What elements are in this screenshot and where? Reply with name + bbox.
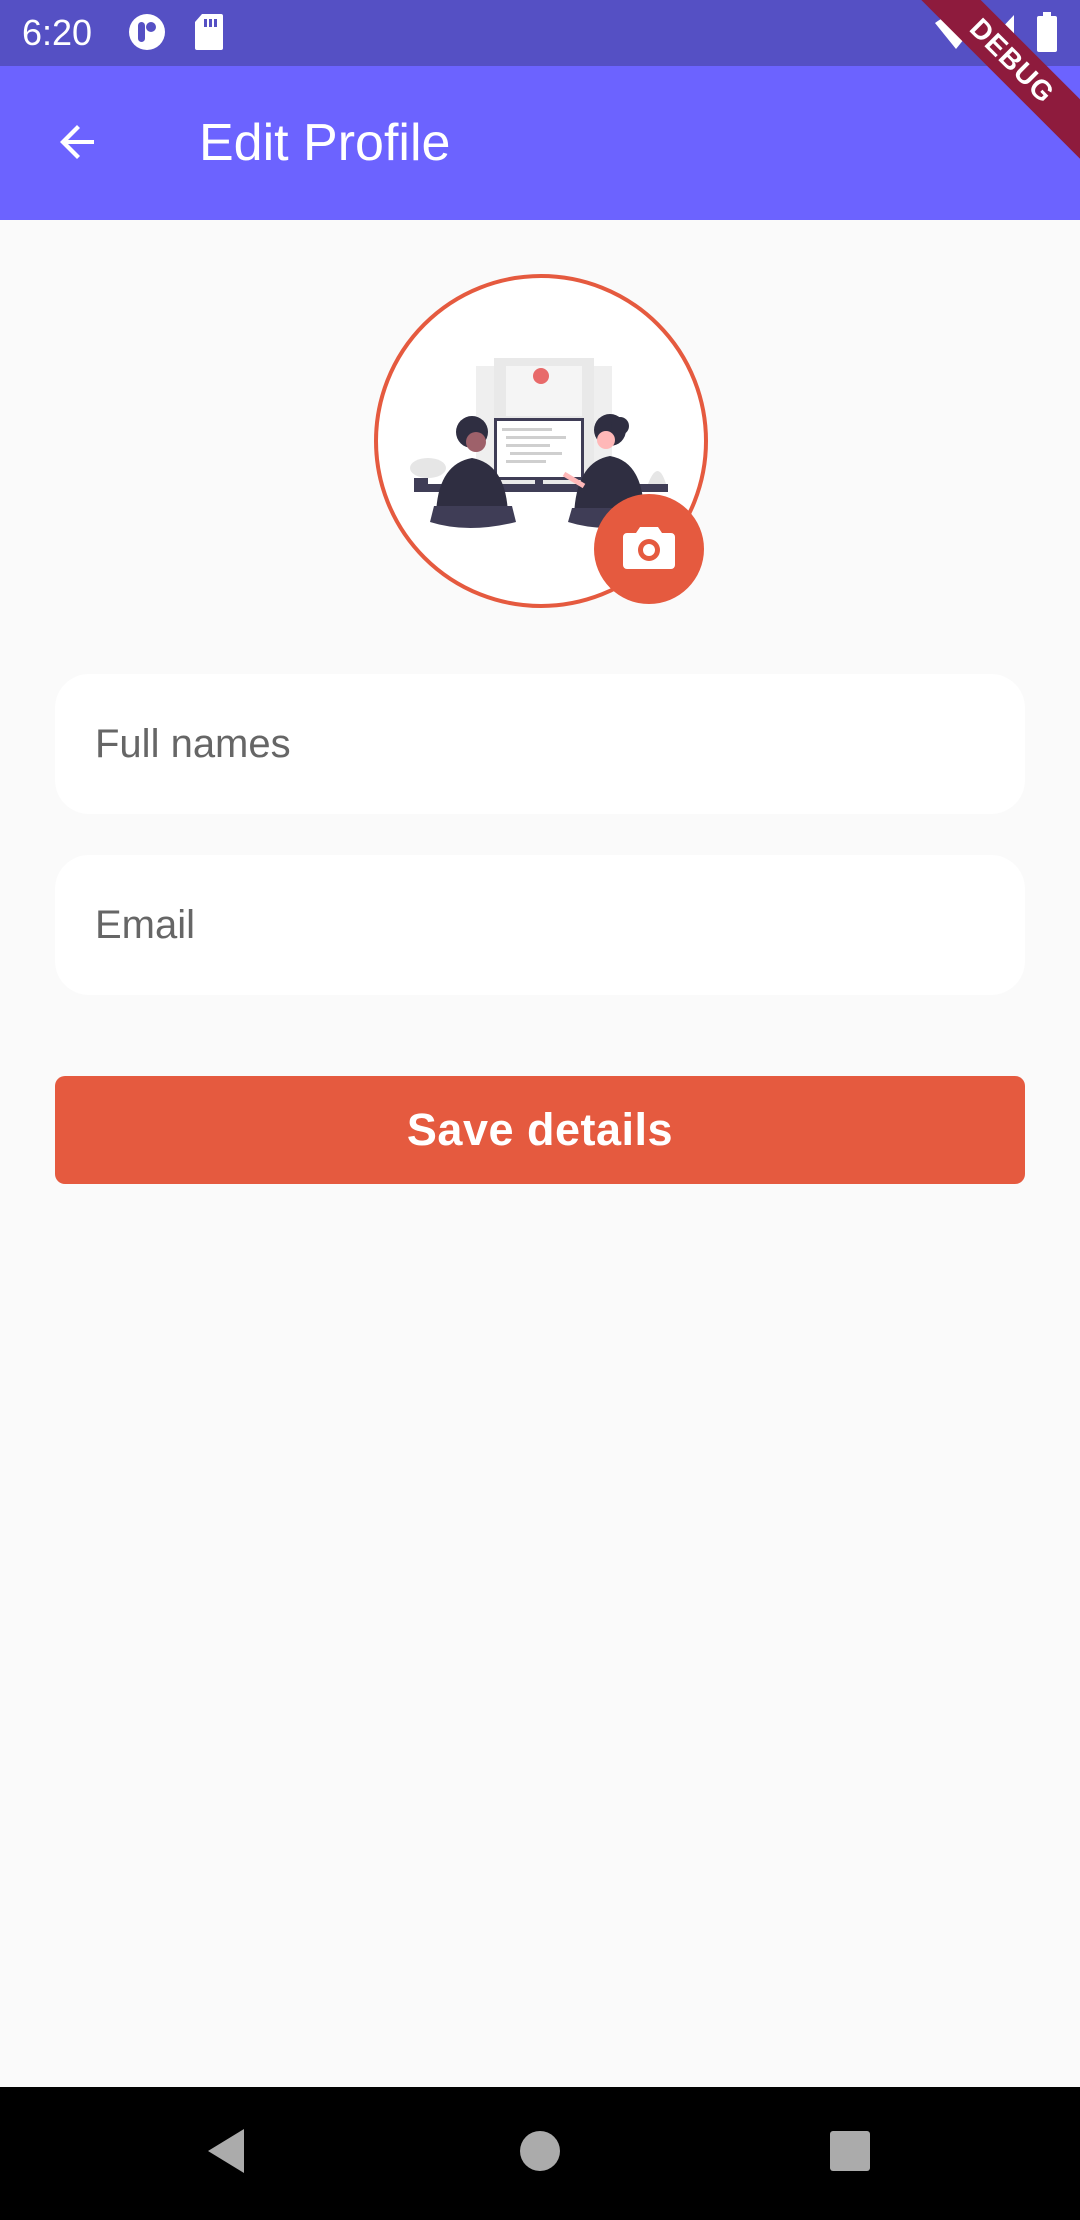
save-details-button[interactable]: Save details: [55, 1076, 1025, 1184]
full-names-input[interactable]: [55, 674, 1025, 814]
nav-back-button[interactable]: [166, 2087, 286, 2220]
arrow-back-icon: [54, 118, 102, 171]
wifi-icon: [934, 13, 978, 56]
app-bar: Edit Profile: [0, 66, 1080, 220]
back-triangle-icon: [204, 2127, 248, 2180]
page-title: Edit Profile: [199, 114, 451, 172]
app-notification-icon: [128, 13, 166, 56]
nav-recents-button[interactable]: [790, 2087, 910, 2220]
full-names-field[interactable]: [55, 674, 1025, 814]
change-photo-button[interactable]: [594, 494, 704, 604]
email-input[interactable]: [55, 855, 1025, 995]
signal-icon: [980, 13, 1016, 56]
battery-icon: [1036, 12, 1058, 57]
camera-icon: [621, 523, 677, 576]
email-field[interactable]: [55, 855, 1025, 995]
navigation-bar: [0, 2087, 1080, 2220]
status-time: 6:20: [22, 12, 93, 53]
avatar[interactable]: [374, 274, 708, 608]
nav-home-button[interactable]: [480, 2087, 600, 2220]
recents-square-icon: [829, 2130, 871, 2177]
status-bar: 6:20: [0, 0, 1080, 66]
home-circle-icon: [519, 2130, 561, 2177]
sd-card-icon: [194, 13, 224, 56]
back-button[interactable]: [40, 106, 116, 182]
